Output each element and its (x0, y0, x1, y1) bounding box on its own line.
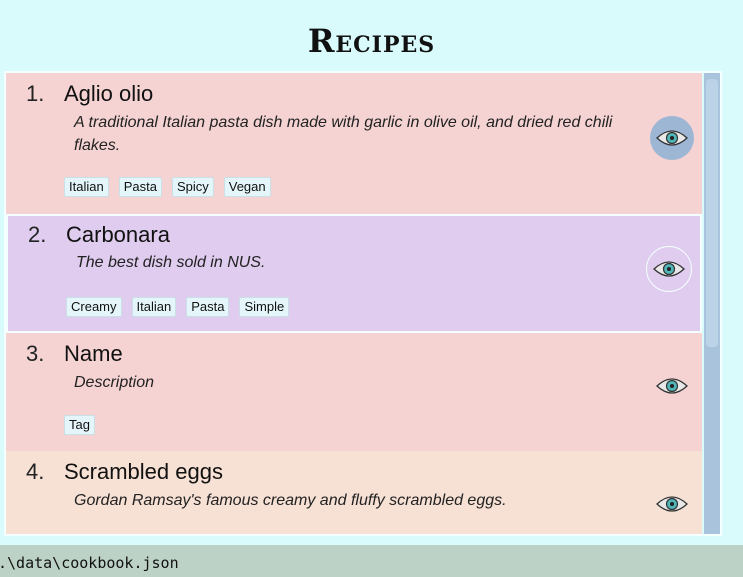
recipe-description: The best dish sold in NUS. (76, 254, 266, 271)
recipe-card[interactable]: 2. Carbonara The best dish sold in NUS. … (6, 214, 702, 333)
recipe-name: Name (64, 341, 123, 366)
recipe-description: Gordan Ramsay's famous creamy and fluffy… (74, 492, 507, 509)
eye-icon (656, 130, 688, 146)
recipe-name: Carbonara (66, 222, 170, 247)
tag: Italian (131, 297, 177, 317)
recipe-index: 1. (26, 81, 45, 106)
recipe-card[interactable]: 1. Aglio olio A traditional Italian past… (6, 73, 702, 214)
scrollbar-thumb[interactable] (706, 79, 718, 347)
recipe-list: 1. Aglio olio A traditional Italian past… (6, 73, 702, 534)
recipe-card[interactable]: 3. Name Description Tag (6, 333, 702, 451)
tag: Pasta (118, 177, 162, 197)
recipe-index: 2. (28, 222, 47, 247)
view-recipe-button[interactable] (646, 246, 692, 292)
recipe-tags: Tag (64, 415, 95, 435)
view-recipe-button[interactable] (650, 364, 694, 408)
recipe-description: A traditional Italian pasta dish made wi… (74, 114, 613, 154)
recipe-list-panel: 1. Aglio olio A traditional Italian past… (4, 71, 722, 536)
tag: Spicy (171, 177, 214, 197)
recipe-index: 4. (26, 459, 45, 484)
tag: Vegan (223, 177, 271, 197)
eye-icon (656, 496, 688, 512)
tag: Simple (239, 297, 290, 317)
view-recipe-button[interactable] (650, 482, 694, 526)
file-path-label: .\data\cookbook.json (0, 554, 179, 572)
eye-icon (653, 261, 685, 277)
vertical-scrollbar[interactable] (704, 73, 720, 534)
eye-icon (656, 378, 688, 394)
recipe-card[interactable]: 4. Scrambled eggs Gordan Ramsay's famous… (6, 451, 702, 534)
page-title: Recipes (307, 22, 436, 60)
recipe-name: Scrambled eggs (64, 459, 223, 484)
tag: Pasta (186, 297, 230, 317)
tag: Italian (64, 177, 109, 197)
recipe-index: 3. (26, 341, 45, 366)
recipe-description: Description (74, 374, 155, 391)
tag: Creamy (66, 297, 122, 317)
recipe-name: Aglio olio (64, 81, 154, 106)
recipe-tags: Creamy Italian Pasta Simple (66, 297, 290, 317)
recipe-tags: Italian Pasta Spicy Vegan (64, 177, 271, 197)
view-recipe-button[interactable] (650, 116, 694, 160)
tag: Tag (64, 415, 95, 435)
status-bar: .\data\cookbook.json (0, 545, 743, 577)
